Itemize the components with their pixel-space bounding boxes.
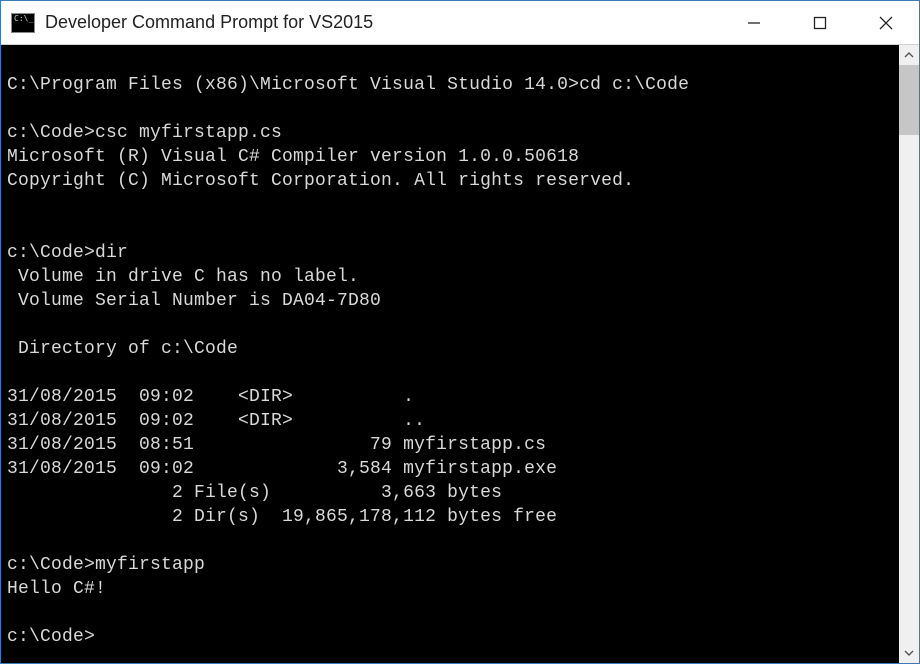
minimize-button[interactable]	[721, 1, 787, 44]
close-icon	[878, 15, 894, 31]
scroll-up-button[interactable]	[899, 45, 919, 65]
app-icon: C:\_	[11, 13, 35, 33]
titlebar[interactable]: C:\_ Developer Command Prompt for VS2015	[1, 1, 919, 45]
content-area: C:\Program Files (x86)\Microsoft Visual …	[1, 45, 919, 663]
app-window: C:\_ Developer Command Prompt for VS2015	[0, 0, 920, 664]
scroll-down-button[interactable]	[899, 643, 919, 663]
maximize-button[interactable]	[787, 1, 853, 44]
window-title: Developer Command Prompt for VS2015	[45, 12, 721, 33]
chevron-up-icon	[904, 50, 914, 60]
maximize-icon	[813, 16, 827, 30]
scroll-thumb[interactable]	[899, 65, 919, 135]
terminal-output[interactable]: C:\Program Files (x86)\Microsoft Visual …	[1, 45, 899, 663]
minimize-icon	[747, 16, 761, 30]
vertical-scrollbar[interactable]	[899, 45, 919, 663]
close-button[interactable]	[853, 1, 919, 44]
scroll-track[interactable]	[899, 65, 919, 643]
window-controls	[721, 1, 919, 44]
chevron-down-icon	[904, 648, 914, 658]
